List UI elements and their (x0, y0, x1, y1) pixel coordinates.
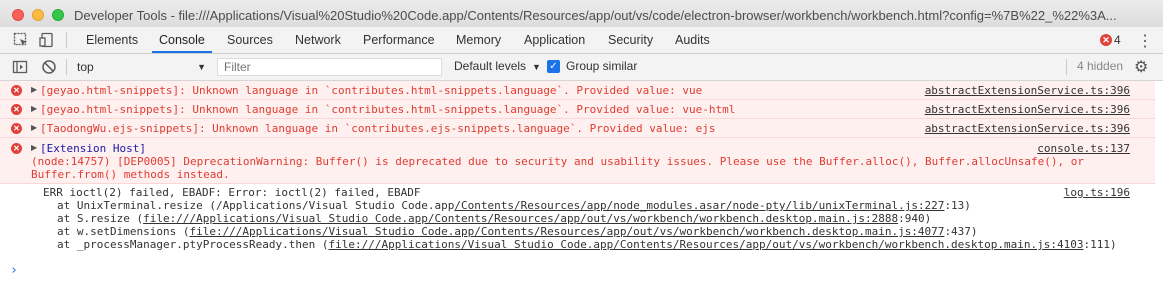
tab-elements[interactable]: Elements (86, 27, 138, 53)
console-error-row[interactable]: ✕ ▶ [geyao.html-snippets]: Unknown langu… (0, 100, 1155, 119)
stack-frame-text: :111) (1083, 238, 1117, 251)
console-messages: ✕ ▶ [geyao.html-snippets]: Unknown langu… (0, 81, 1163, 283)
expand-arrow-icon[interactable]: ▶ (31, 123, 37, 132)
devtools-tab-bar: Elements Console Sources Network Perform… (0, 27, 1163, 54)
error-icon: ✕ (11, 104, 22, 115)
error-count[interactable]: 4 (1114, 33, 1121, 47)
console-toolbar: top ▼ Default levels ▼ ✓ Group similar 4 … (0, 54, 1163, 81)
hidden-count: 4 hidden (1077, 59, 1124, 73)
stack-frame-link[interactable]: /Contents/Resources/app/node_modules.asa… (454, 199, 944, 212)
device-icon[interactable] (39, 32, 55, 48)
error-message: [geyao.html-snippets]: Unknown language … (40, 84, 703, 97)
stack-frame: at _processManager.ptyProcessReady.then … (57, 238, 1117, 251)
tab-security[interactable]: Security (608, 27, 653, 53)
expand-arrow-icon[interactable]: ▶ (31, 143, 37, 152)
stack-frame-text: at UnixTerminal.resize (/Applications/Vi… (57, 199, 455, 212)
log-levels-dropdown[interactable]: Default levels ▼ (454, 59, 541, 73)
chevron-down-icon: ▼ (197, 62, 206, 72)
clear-console-icon[interactable] (41, 59, 57, 75)
error-icon: ✕ (11, 143, 22, 154)
log-levels-label: Default levels (454, 59, 527, 73)
stack-frame-text: :13) (944, 199, 971, 212)
chevron-down-icon: ▼ (532, 62, 541, 72)
source-link[interactable]: abstractExtensionService.ts:396 (925, 84, 1130, 97)
error-message: (node:14757) [DEP0005] DeprecationWarnin… (31, 155, 1084, 168)
source-link[interactable]: log.ts:196 (1064, 186, 1130, 199)
stack-frame-text: at S.resize ( (57, 212, 144, 225)
expand-arrow-icon[interactable]: ▶ (31, 104, 37, 113)
sidebar-toggle-icon[interactable] (12, 59, 28, 75)
error-icon: ✕ (11, 123, 22, 134)
tab-audits[interactable]: Audits (675, 27, 710, 53)
window-title: Developer Tools - file:///Applications/V… (74, 8, 1117, 23)
tab-network[interactable]: Network (295, 27, 341, 53)
tab-application[interactable]: Application (524, 27, 585, 53)
filter-input[interactable] (217, 58, 442, 76)
stack-frame: at w.setDimensions (file:///Applications… (57, 225, 978, 238)
console-error-row[interactable]: ✕ ▶ [Extension Host] (node:14757) [DEP00… (0, 138, 1155, 184)
toolbar-divider (66, 32, 67, 48)
error-icon: ✕ (11, 85, 22, 96)
context-selector[interactable]: top ▼ (70, 58, 210, 76)
source-link[interactable]: abstractExtensionService.ts:396 (925, 122, 1130, 135)
stack-frame-text: :940) (898, 212, 932, 225)
stack-frame-text: at w.setDimensions ( (57, 225, 190, 238)
group-similar-label[interactable]: Group similar (566, 59, 637, 73)
stack-frame-text: :437) (944, 225, 978, 238)
close-window-button[interactable] (12, 9, 24, 21)
group-similar-checkbox[interactable]: ✓ (547, 60, 560, 73)
stack-frame-link[interactable]: file:///Applications/Visual Studio Code.… (189, 225, 944, 238)
stack-frame-link[interactable]: file:///Applications/Visual Studio Code.… (143, 212, 898, 225)
stack-frame: at S.resize (file:///Applications/Visual… (57, 212, 931, 225)
inspect-icon[interactable] (13, 32, 29, 48)
expand-arrow-icon[interactable]: ▶ (31, 85, 37, 94)
error-message: Buffer.from() methods instead. (31, 168, 230, 181)
kebab-menu-icon[interactable]: ⋮ (1137, 31, 1153, 51)
source-link[interactable]: console.ts:137 (1037, 142, 1130, 155)
console-error-row[interactable]: ✕ ▶ [geyao.html-snippets]: Unknown langu… (0, 81, 1155, 100)
tab-memory[interactable]: Memory (456, 27, 501, 53)
maximize-window-button[interactable] (52, 9, 64, 21)
console-log-row[interactable]: ERR ioctl(2) failed, EBADF: Error: ioctl… (0, 185, 1155, 255)
console-prompt[interactable]: › (10, 263, 18, 278)
stack-frame-text: at _processManager.ptyProcessReady.then … (57, 238, 329, 251)
error-count-icon[interactable]: ✕ (1100, 34, 1112, 46)
tab-sources[interactable]: Sources (227, 27, 273, 53)
stack-frame-link[interactable]: file:///Applications/Visual Studio Code.… (329, 238, 1084, 251)
console-error-row[interactable]: ✕ ▶ [TaodongWu.ejs-snippets]: Unknown la… (0, 119, 1155, 138)
tab-console[interactable]: Console (152, 27, 212, 53)
context-value: top (77, 60, 94, 74)
toolbar-divider (66, 59, 67, 75)
log-message: ERR ioctl(2) failed, EBADF: Error: ioctl… (43, 186, 421, 199)
stack-frame: at UnixTerminal.resize (/Applications/Vi… (57, 199, 971, 212)
error-message: [TaodongWu.ejs-snippets]: Unknown langua… (40, 122, 716, 135)
source-link[interactable]: abstractExtensionService.ts:396 (925, 103, 1130, 116)
toolbar-divider (1066, 59, 1067, 75)
tab-performance[interactable]: Performance (363, 27, 435, 53)
error-message: [geyao.html-snippets]: Unknown language … (40, 103, 736, 116)
extension-host-label: [Extension Host] (40, 142, 146, 155)
settings-gear-icon[interactable]: ⚙ (1134, 57, 1148, 77)
minimize-window-button[interactable] (32, 9, 44, 21)
